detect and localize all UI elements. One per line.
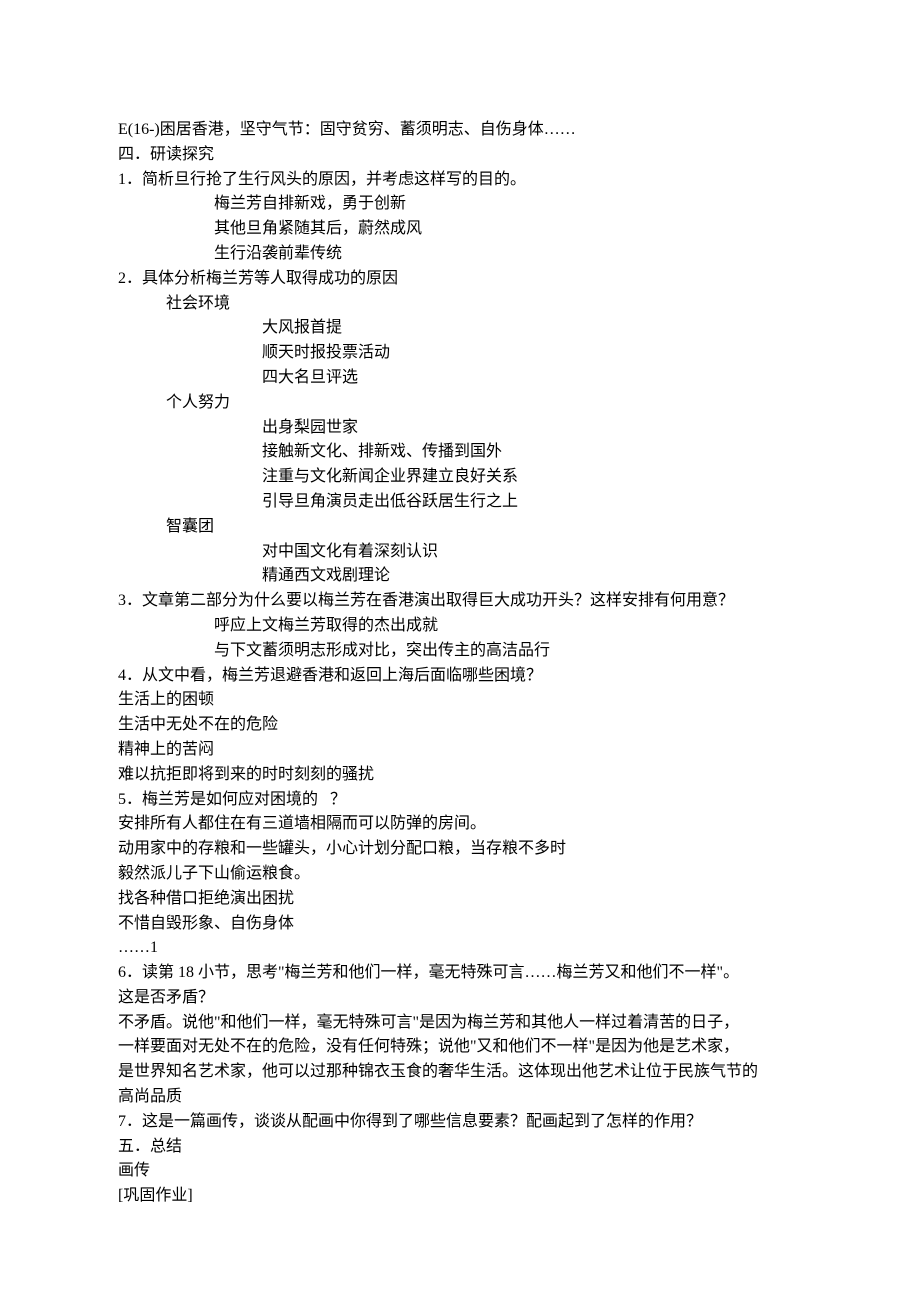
text-line: 精通西文戏剧理论	[118, 564, 802, 589]
text-line: 生活上的困顿	[118, 688, 802, 713]
text-line: 生活中无处不在的危险	[118, 713, 802, 738]
text-line: 智囊团	[118, 515, 802, 540]
document-page: E(16-)困居香港，坚守气节：固守贫穷、蓄须明志、自伤身体……四．研读探究1．…	[0, 0, 920, 1302]
text-line: 是世界知名艺术家，他可以过那种锦衣玉食的奢华生活。这体现出他艺术让位于民族气节的	[118, 1060, 802, 1085]
text-line: 出身梨园世家	[118, 416, 802, 441]
text-line: 这是否矛盾？	[118, 986, 802, 1011]
text-line: 不惜自毁形象、自伤身体	[118, 912, 802, 937]
text-line: 4．从文中看，梅兰芳退避香港和返回上海后面临哪些困境？	[118, 664, 802, 689]
text-line: 6．读第 18 小节，思考"梅兰芳和他们一样，毫无特殊可言……梅兰芳又和他们不一…	[118, 961, 802, 986]
text-line: 呼应上文梅兰芳取得的杰出成就	[118, 614, 802, 639]
text-line: 对中国文化有着深刻认识	[118, 540, 802, 565]
text-line: 生行沿袭前辈传统	[118, 242, 802, 267]
text-line: ……1	[118, 936, 802, 961]
text-line: E(16-)困居香港，坚守气节：固守贫穷、蓄须明志、自伤身体……	[118, 118, 802, 143]
text-line: 7．这是一篇画传，谈谈从配画中你得到了哪些信息要素？配画起到了怎样的作用？	[118, 1110, 802, 1135]
text-line: 与下文蓄须明志形成对比，突出传主的高洁品行	[118, 639, 802, 664]
text-line: 安排所有人都住在有三道墙相隔而可以防弹的房间。	[118, 812, 802, 837]
text-line: 5．梅兰芳是如何应对困境的 ？	[118, 788, 802, 813]
text-line: 2．具体分析梅兰芳等人取得成功的原因	[118, 267, 802, 292]
text-line: 1．简析旦行抢了生行风头的原因，并考虑这样写的目的。	[118, 168, 802, 193]
text-line: 毅然派儿子下山偷运粮食。	[118, 862, 802, 887]
text-line: 个人努力	[118, 391, 802, 416]
text-line: 四大名旦评选	[118, 366, 802, 391]
text-line: 难以抗拒即将到来的时时刻刻的骚扰	[118, 763, 802, 788]
text-line: 社会环境	[118, 292, 802, 317]
text-line: 找各种借口拒绝演出困扰	[118, 887, 802, 912]
text-line: [巩固作业]	[118, 1184, 802, 1209]
text-line: 接触新文化、排新戏、传播到国外	[118, 440, 802, 465]
text-line: 不矛盾。说他"和他们一样，毫无特殊可言"是因为梅兰芳和其他人一样过着清苦的日子，	[118, 1011, 802, 1036]
text-line: 动用家中的存粮和一些罐头，小心计划分配口粮，当存粮不多时	[118, 837, 802, 862]
text-line: 梅兰芳自排新戏，勇于创新	[118, 192, 802, 217]
text-line: 精神上的苦闷	[118, 738, 802, 763]
text-line: 高尚品质	[118, 1085, 802, 1110]
text-line: 五．总结	[118, 1135, 802, 1160]
text-line: 其他旦角紧随其后，蔚然成风	[118, 217, 802, 242]
text-line: 注重与文化新闻企业界建立良好关系	[118, 465, 802, 490]
text-line: 引导旦角演员走出低谷跃居生行之上	[118, 490, 802, 515]
text-line: 3．文章第二部分为什么要以梅兰芳在香港演出取得巨大成功开头？这样安排有何用意？	[118, 589, 802, 614]
text-line: 顺天时报投票活动	[118, 341, 802, 366]
text-line: 一样要面对无处不在的危险，没有任何特殊；说他"又和他们不一样"是因为他是艺术家，	[118, 1035, 802, 1060]
text-line: 四．研读探究	[118, 143, 802, 168]
text-line: 画传	[118, 1159, 802, 1184]
text-line: 大风报首提	[118, 316, 802, 341]
